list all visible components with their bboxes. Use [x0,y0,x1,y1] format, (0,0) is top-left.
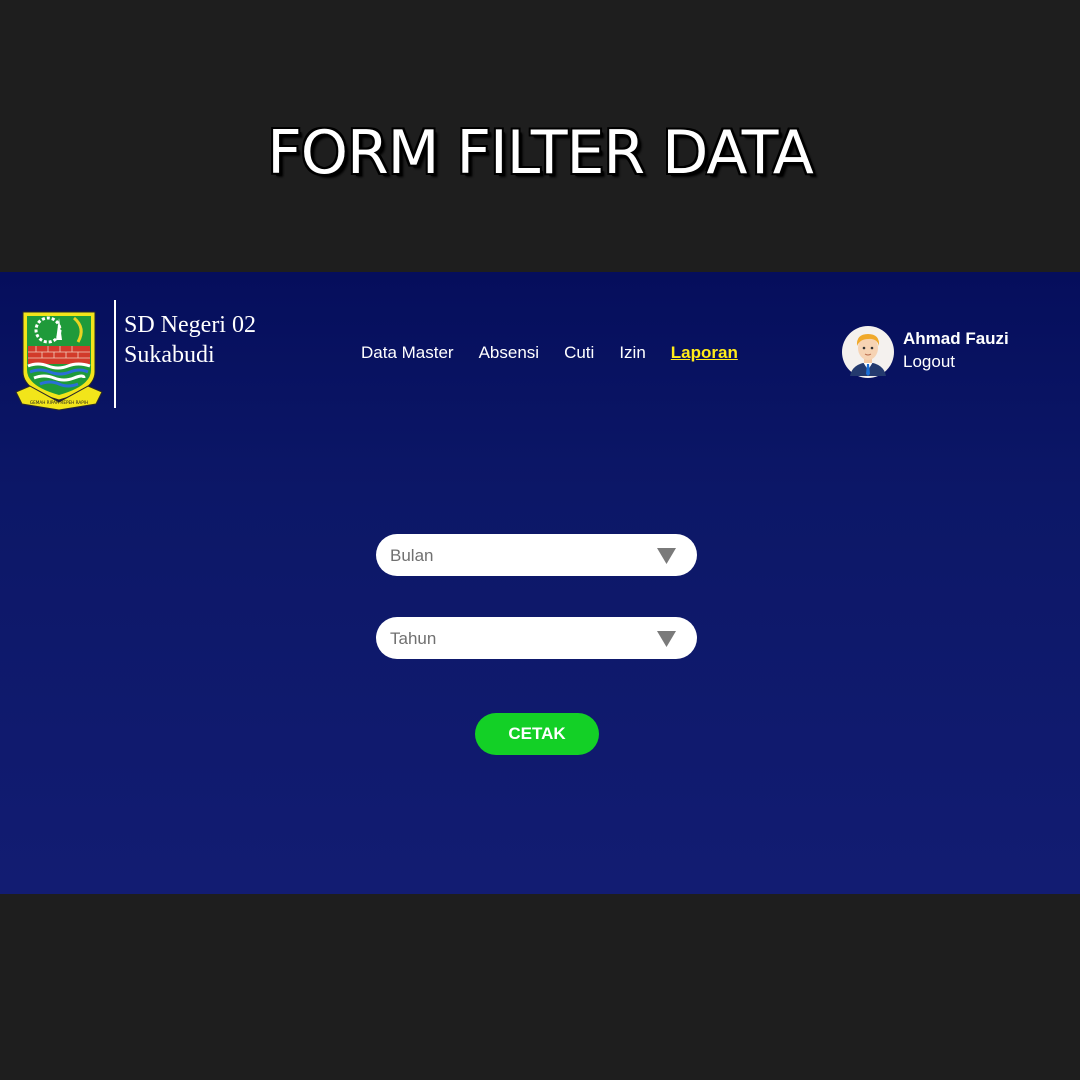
school-emblem-logo: GEMAH RIPAH REPEH RAPIH [15,311,103,411]
year-select-placeholder: Tahun [390,629,437,648]
user-avatar-icon[interactable] [842,326,894,378]
chevron-down-icon [657,631,676,647]
page-heading: FORM FILTER DATA [267,118,814,188]
main-nav: Data Master Absensi Cuti Izin Laporan [361,343,763,363]
nav-item-absensi[interactable]: Absensi [479,343,539,363]
nav-item-cuti[interactable]: Cuti [564,343,594,363]
nav-item-data-master[interactable]: Data Master [361,343,454,363]
nav-item-izin[interactable]: Izin [619,343,645,363]
chevron-down-icon [657,548,676,564]
cetak-button[interactable]: CETAK [475,713,599,755]
logout-link[interactable]: Logout [903,352,955,372]
nav-item-laporan[interactable]: Laporan [671,343,738,363]
month-select-placeholder: Bulan [390,546,434,565]
brand-divider [114,300,116,408]
month-select[interactable]: Bulan [376,534,697,576]
school-name: SD Negeri 02 Sukabudi [124,312,256,368]
year-select[interactable]: Tahun [376,617,697,659]
app-window: GEMAH RIPAH REPEH RAPIH SD Negeri 02 Suk… [0,272,1080,894]
user-name: Ahmad Fauzi [903,329,1009,348]
logo-motto: GEMAH RIPAH REPEH RAPIH [30,400,88,405]
